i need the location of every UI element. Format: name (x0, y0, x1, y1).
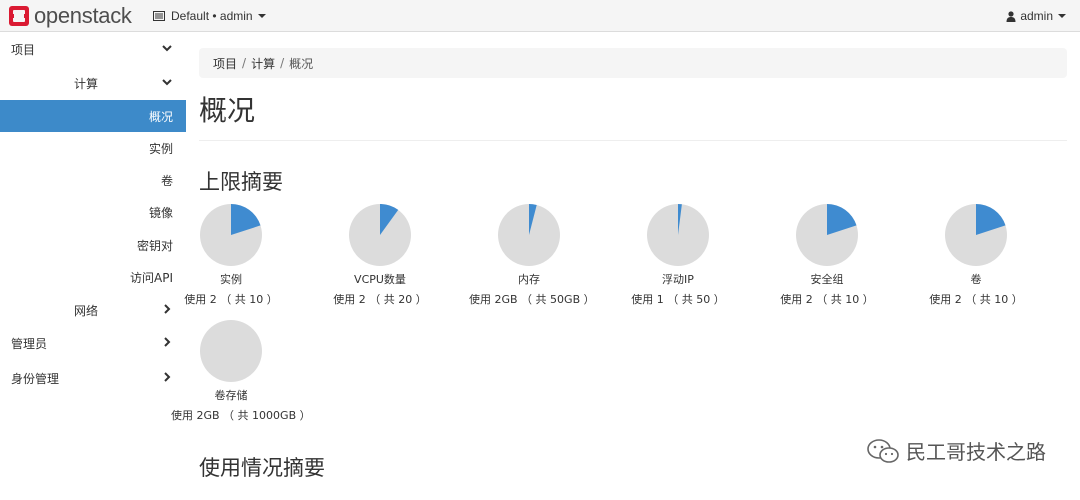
chart-usage: 使用 2 （ 共 10 ） (780, 293, 874, 306)
limit-chart: 实例使用 2 （ 共 10 ） (171, 203, 291, 307)
sidebar-item-label: 计算 (74, 76, 99, 91)
usage-summary-title: 使用情况摘要 (199, 456, 325, 480)
chart-label: 卷存储 (214, 389, 248, 402)
chart-label: 内存 (518, 273, 540, 286)
pie-chart (200, 204, 262, 266)
chart-usage: 使用 2 （ 共 10 ） (184, 293, 278, 306)
sidebar-item-label: 身份管理 (11, 371, 60, 386)
watermark: 民工哥技术之路 (866, 436, 1046, 465)
chart-usage: 使用 2 （ 共 20 ） (333, 293, 427, 306)
pie-chart (200, 320, 262, 382)
sidebar-item-identity[interactable]: 身份管理 (0, 362, 186, 394)
limit-chart: 内存使用 2GB （ 共 50GB ） (469, 203, 595, 307)
title-divider (199, 140, 1067, 141)
project-selector[interactable]: Default • admin (153, 0, 266, 32)
sidebar-item-label: 网络 (74, 303, 99, 318)
pie-chart (796, 204, 858, 266)
limit-chart: 卷使用 2 （ 共 10 ） (916, 203, 1036, 307)
pie-chart (498, 204, 560, 266)
list-icon (153, 11, 165, 21)
user-name: admin (1020, 9, 1053, 23)
limit-chart: 卷存储使用 2GB （ 共 1000GB ） (171, 319, 311, 423)
pie-chart (945, 204, 1007, 266)
chart-label: 实例 (220, 273, 242, 286)
breadcrumb-item-overview: 概况 (289, 56, 314, 71)
sidebar-item-label: 卷 (160, 173, 173, 188)
openstack-logo-icon (9, 6, 29, 26)
limit-chart: 安全组使用 2 （ 共 10 ） (767, 203, 887, 307)
sidebar-item-overview[interactable]: 概况 (0, 100, 186, 132)
pie-chart (647, 203, 709, 266)
sidebar-item-label: 镜像 (148, 205, 173, 220)
watermark-text: 民工哥技术之路 (906, 440, 1046, 464)
sidebar-item-project[interactable]: 项目 (0, 33, 186, 65)
logo-text: openstack (34, 3, 132, 28)
sidebar-item-label: 密钥对 (136, 238, 173, 253)
user-icon (1006, 10, 1016, 22)
breadcrumb-separator: / (242, 56, 247, 70)
sidebar-item-label: 概况 (148, 109, 173, 124)
sidebar-item-label: 管理员 (11, 336, 48, 351)
chart-usage: 使用 1 （ 共 50 ） (631, 293, 725, 306)
openstack-logo[interactable]: openstack (8, 4, 132, 28)
chart-label: 安全组 (810, 273, 844, 286)
chart-usage: 使用 2 （ 共 10 ） (929, 293, 1023, 306)
sidebar-item-instances[interactable]: 实例 (0, 132, 186, 164)
limit-summary-title: 上限摘要 (199, 170, 283, 194)
breadcrumb: 项目 / 计算 / 概况 (199, 48, 1067, 78)
pie-chart (349, 204, 411, 266)
sidebar-item-admin[interactable]: 管理员 (0, 327, 186, 359)
sidebar-item-volumes[interactable]: 卷 (0, 164, 186, 196)
sidebar-item-api-access[interactable]: 访问API (0, 261, 186, 293)
sidebar-item-label: 访问API (130, 270, 173, 285)
project-selector-label: Default • admin (171, 9, 253, 23)
page-title: 概况 (199, 94, 256, 127)
limit-chart: 浮动IP 使用 1 （ 共 50 ） (618, 203, 738, 307)
limit-chart: VCPU数量使用 2 （ 共 20 ） (320, 203, 440, 307)
breadcrumb-item-project[interactable]: 项目 (213, 55, 237, 72)
sidebar-item-compute[interactable]: 计算 (0, 67, 186, 99)
caret-down-icon (257, 14, 266, 18)
sidebar-item-label: 项目 (11, 42, 36, 57)
chart-usage: 使用 2GB （ 共 50GB ） (469, 293, 595, 306)
caret-down-icon (1058, 14, 1066, 18)
chevron-down-icon (162, 45, 172, 52)
chart-label: 浮动IP (662, 273, 694, 286)
sidebar: 项目 计算 概况 实例 卷 镜像 密钥对 访问API 网络 管理员 身份管理 (0, 33, 186, 500)
chart-usage: 使用 2GB （ 共 1000GB ） (171, 409, 311, 422)
sidebar-item-images[interactable]: 镜像 (0, 196, 186, 228)
sidebar-item-label: 实例 (148, 141, 173, 156)
wechat-icon (867, 438, 899, 463)
chevron-down-icon (162, 79, 172, 86)
chart-label: 卷 (970, 273, 982, 286)
user-menu[interactable]: admin (1006, 0, 1066, 32)
pie-slice-free (200, 320, 262, 382)
sidebar-item-network[interactable]: 网络 (0, 294, 186, 326)
chart-label: VCPU数量 (354, 273, 406, 286)
breadcrumb-separator: / (280, 56, 285, 70)
top-navbar: openstack Default • admin admin (0, 0, 1080, 32)
breadcrumb-item-compute[interactable]: 计算 (251, 55, 275, 72)
sidebar-item-keypairs[interactable]: 密钥对 (0, 229, 186, 261)
